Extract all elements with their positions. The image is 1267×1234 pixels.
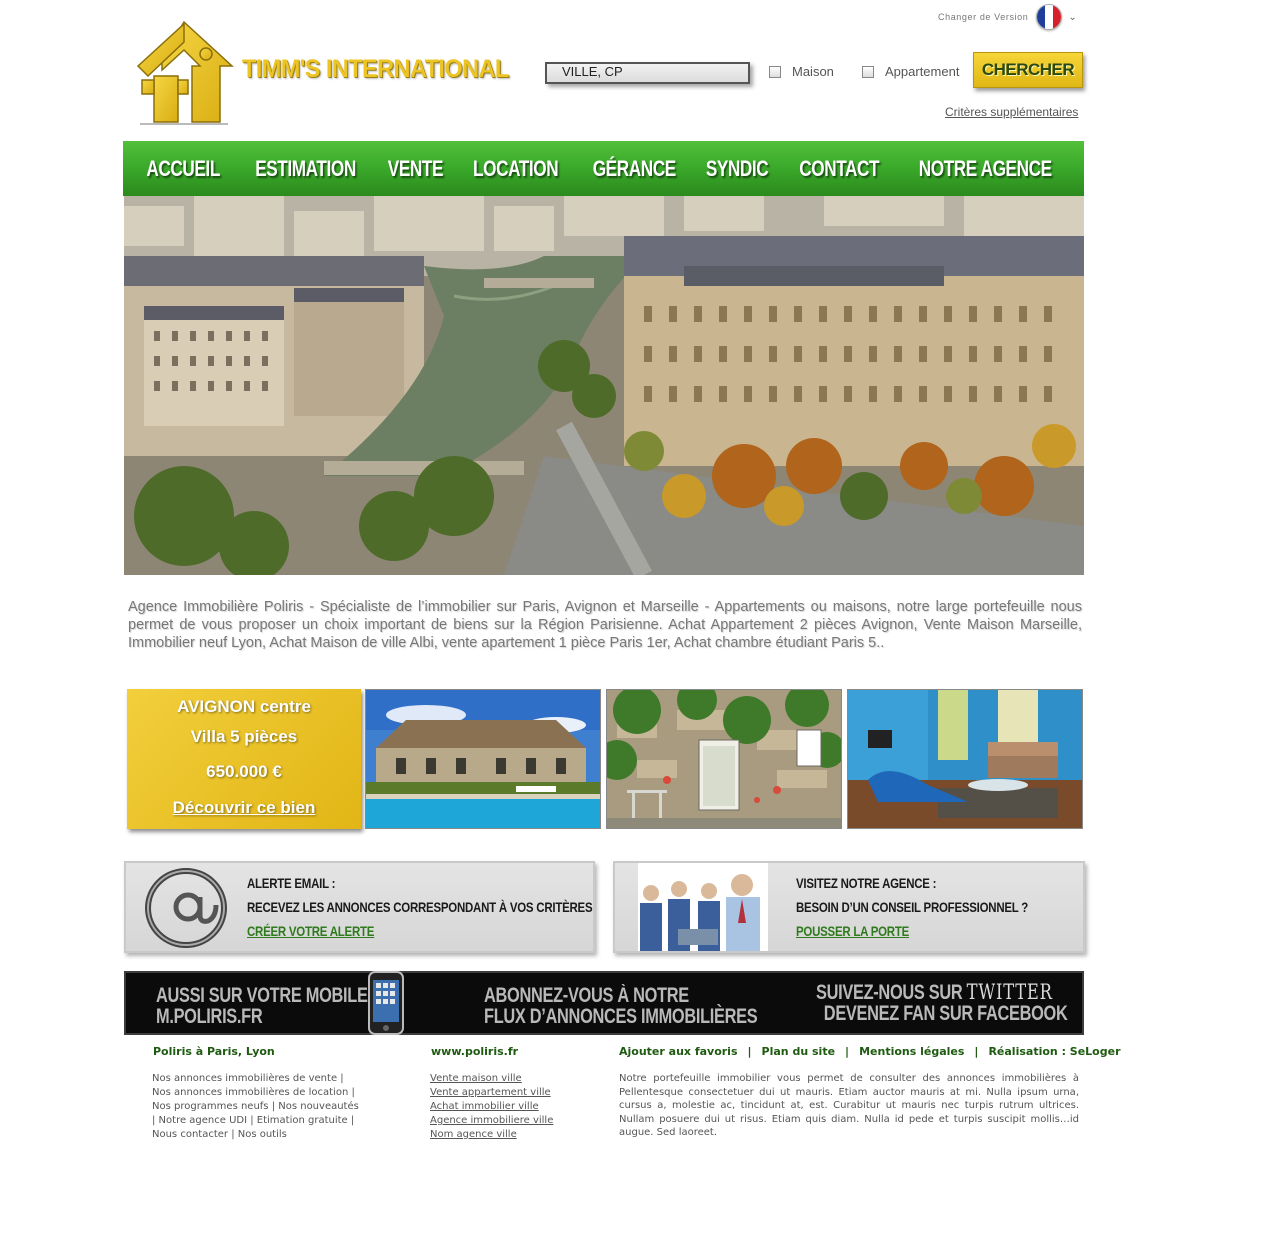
visit-agency-title: VISITEZ NOTRE AGENCE : [796,875,937,891]
add-favorites-link[interactable]: Ajouter aux favoris [619,1045,738,1058]
mobile-line-1: AUSSI SUR VOTRE MOBILE [156,984,368,1007]
checkbox-icon[interactable] [769,65,781,78]
logo[interactable] [134,20,234,128]
nav-contact[interactable]: CONTACT [799,156,879,182]
appartement-label: Appartement [885,64,960,79]
footer-col2-title[interactable]: www.poliris.fr [431,1045,518,1058]
version-switcher[interactable]: Changer de Version ⌄ [938,4,1077,30]
visit-agency-text: BESOIN D’UN CONSEIL PROFESSIONNEL ? [796,899,1029,915]
french-flag-icon[interactable] [1036,4,1063,30]
featured-price: 650.000 € [206,762,282,781]
site-map-link[interactable]: Plan du site [762,1045,836,1058]
social-banner: AUSSI SUR VOTRE MOBILE M.POLIRIS.FR ABON… [124,971,1084,1035]
twitter-link[interactable]: TWITTER [967,980,1053,1004]
legal-notice-link[interactable]: Mentions légales [859,1045,964,1058]
location-search-value: VILLE, CP [562,64,623,79]
footer-col1-line[interactable]: Nos annonces immobilières de vente | [152,1072,359,1086]
email-alert-text: RECEVEZ LES ANNONCES CORRESPONDANT À VOS… [247,899,593,915]
listing-photo-living-room[interactable] [847,689,1083,829]
footer-col2-link[interactable]: Nom agence ville [430,1128,553,1142]
at-sign-icon [145,868,227,948]
footer-col1-line[interactable]: | Notre agence UDI | Etimation gratuite … [152,1114,359,1128]
featured-type: Villa 5 pièces [190,727,298,746]
footer-col2-link[interactable]: Vente appartement ville [430,1086,553,1100]
listing-photo-villa-pool[interactable] [365,689,601,829]
intro-text: Agence Immobilière Poliris - Spécialiste… [128,599,1082,651]
visit-agency-promo: VISITEZ NOTRE AGENCE : BESOIN D’UN CONSE… [613,861,1085,953]
nav-vente[interactable]: VENTE [388,156,444,182]
listing-photo-stone-house[interactable] [606,689,842,829]
footer-links: Ajouter aux favoris | Plan du site | Men… [619,1045,1121,1058]
social-promo[interactable]: SUIVEZ-NOUS SUR TWITTER DEVENEZ FAN SUR … [816,980,1068,1025]
footer-col1-title: Poliris à Paris, Lyon [153,1045,275,1058]
nav-accueil[interactable]: ACCUEIL [146,156,220,182]
smartphone-icon [368,971,404,1035]
footer-separator: | [974,1045,979,1058]
footer-col2-link[interactable]: Vente maison ville [430,1072,553,1086]
extra-criteria-link[interactable]: Critères supplémentaires [945,105,1078,119]
email-alert-promo: ALERTE EMAIL : RECEVEZ LES ANNONCES CORR… [124,861,595,953]
mobile-line-2: M.POLIRIS.FR [156,1005,263,1028]
footer-col1-list: Nos annonces immobilières de vente | Nos… [152,1072,359,1142]
credits-link[interactable]: Réalisation : SeLoger [988,1045,1120,1058]
agency-team-photo [638,863,768,951]
featured-cta-link[interactable]: Découvrir ce bien [127,798,361,818]
footer-col1-line[interactable]: Nous contacter | Nos outils [152,1128,359,1142]
social-line-1-prefix: SUIVEZ-NOUS SUR [816,981,967,1004]
rss-feed-promo[interactable]: ABONNEZ-VOUS À NOTRE FLUX D’ANNONCES IMM… [484,984,758,1028]
nav-estimation[interactable]: ESTIMATION [255,156,356,182]
nav-location[interactable]: LOCATION [473,156,559,182]
featured-city: AVIGNON centre [177,697,311,716]
footer-separator: | [747,1045,752,1058]
checkbox-icon[interactable] [862,65,874,78]
footer-col2-link[interactable]: Achat immobilier ville [430,1100,553,1114]
footer-col2-link[interactable]: Agence immobiliere ville [430,1114,553,1128]
maison-label: Maison [792,64,834,79]
hero-image [124,196,1084,575]
main-nav: ACCUEIL ESTIMATION VENTE LOCATION GÉRANC… [123,141,1084,196]
featured-listing[interactable]: AVIGNON centre Villa 5 pièces 650.000 € … [127,689,361,829]
rss-line-2: FLUX D’ANNONCES IMMOBILIÈRES [484,1005,758,1028]
location-search-input[interactable]: VILLE, CP [545,62,750,84]
footer-col1-line[interactable]: Nos annonces immobilières de location | [152,1086,359,1100]
appartement-checkbox[interactable]: Appartement [862,64,959,79]
footer-col2-list: Vente maison ville Vente appartement vil… [430,1072,553,1142]
rss-line-1: ABONNEZ-VOUS À NOTRE [484,984,689,1007]
nav-notre-agence[interactable]: NOTRE AGENCE [919,156,1052,182]
footer-description: Notre portefeuille immobilier vous perme… [619,1073,1079,1138]
push-door-link[interactable]: POUSSER LA PORTE [796,923,909,939]
change-version-label: Changer de Version [938,12,1029,22]
chevron-down-icon[interactable]: ⌄ [1068,12,1076,23]
nav-syndic[interactable]: SYNDIC [706,156,769,182]
facebook-link[interactable]: DEVENEZ FAN SUR FACEBOOK [816,1003,1068,1024]
footer-col1-line[interactable]: Nos programmes neufs | Nos nouveautés [152,1100,359,1114]
email-alert-title: ALERTE EMAIL : [247,875,336,891]
mobile-site-promo[interactable]: AUSSI SUR VOTRE MOBILE M.POLIRIS.FR [156,985,368,1027]
brand-name: TIMM'S INTERNATIONAL [242,55,509,83]
create-alert-link[interactable]: CRÉER VOTRE ALERTE [247,923,374,939]
maison-checkbox[interactable]: Maison [769,64,834,79]
footer-separator: | [845,1045,850,1058]
nav-gerance[interactable]: GÉRANCE [592,156,675,182]
search-button[interactable]: CHERCHER [973,52,1083,88]
